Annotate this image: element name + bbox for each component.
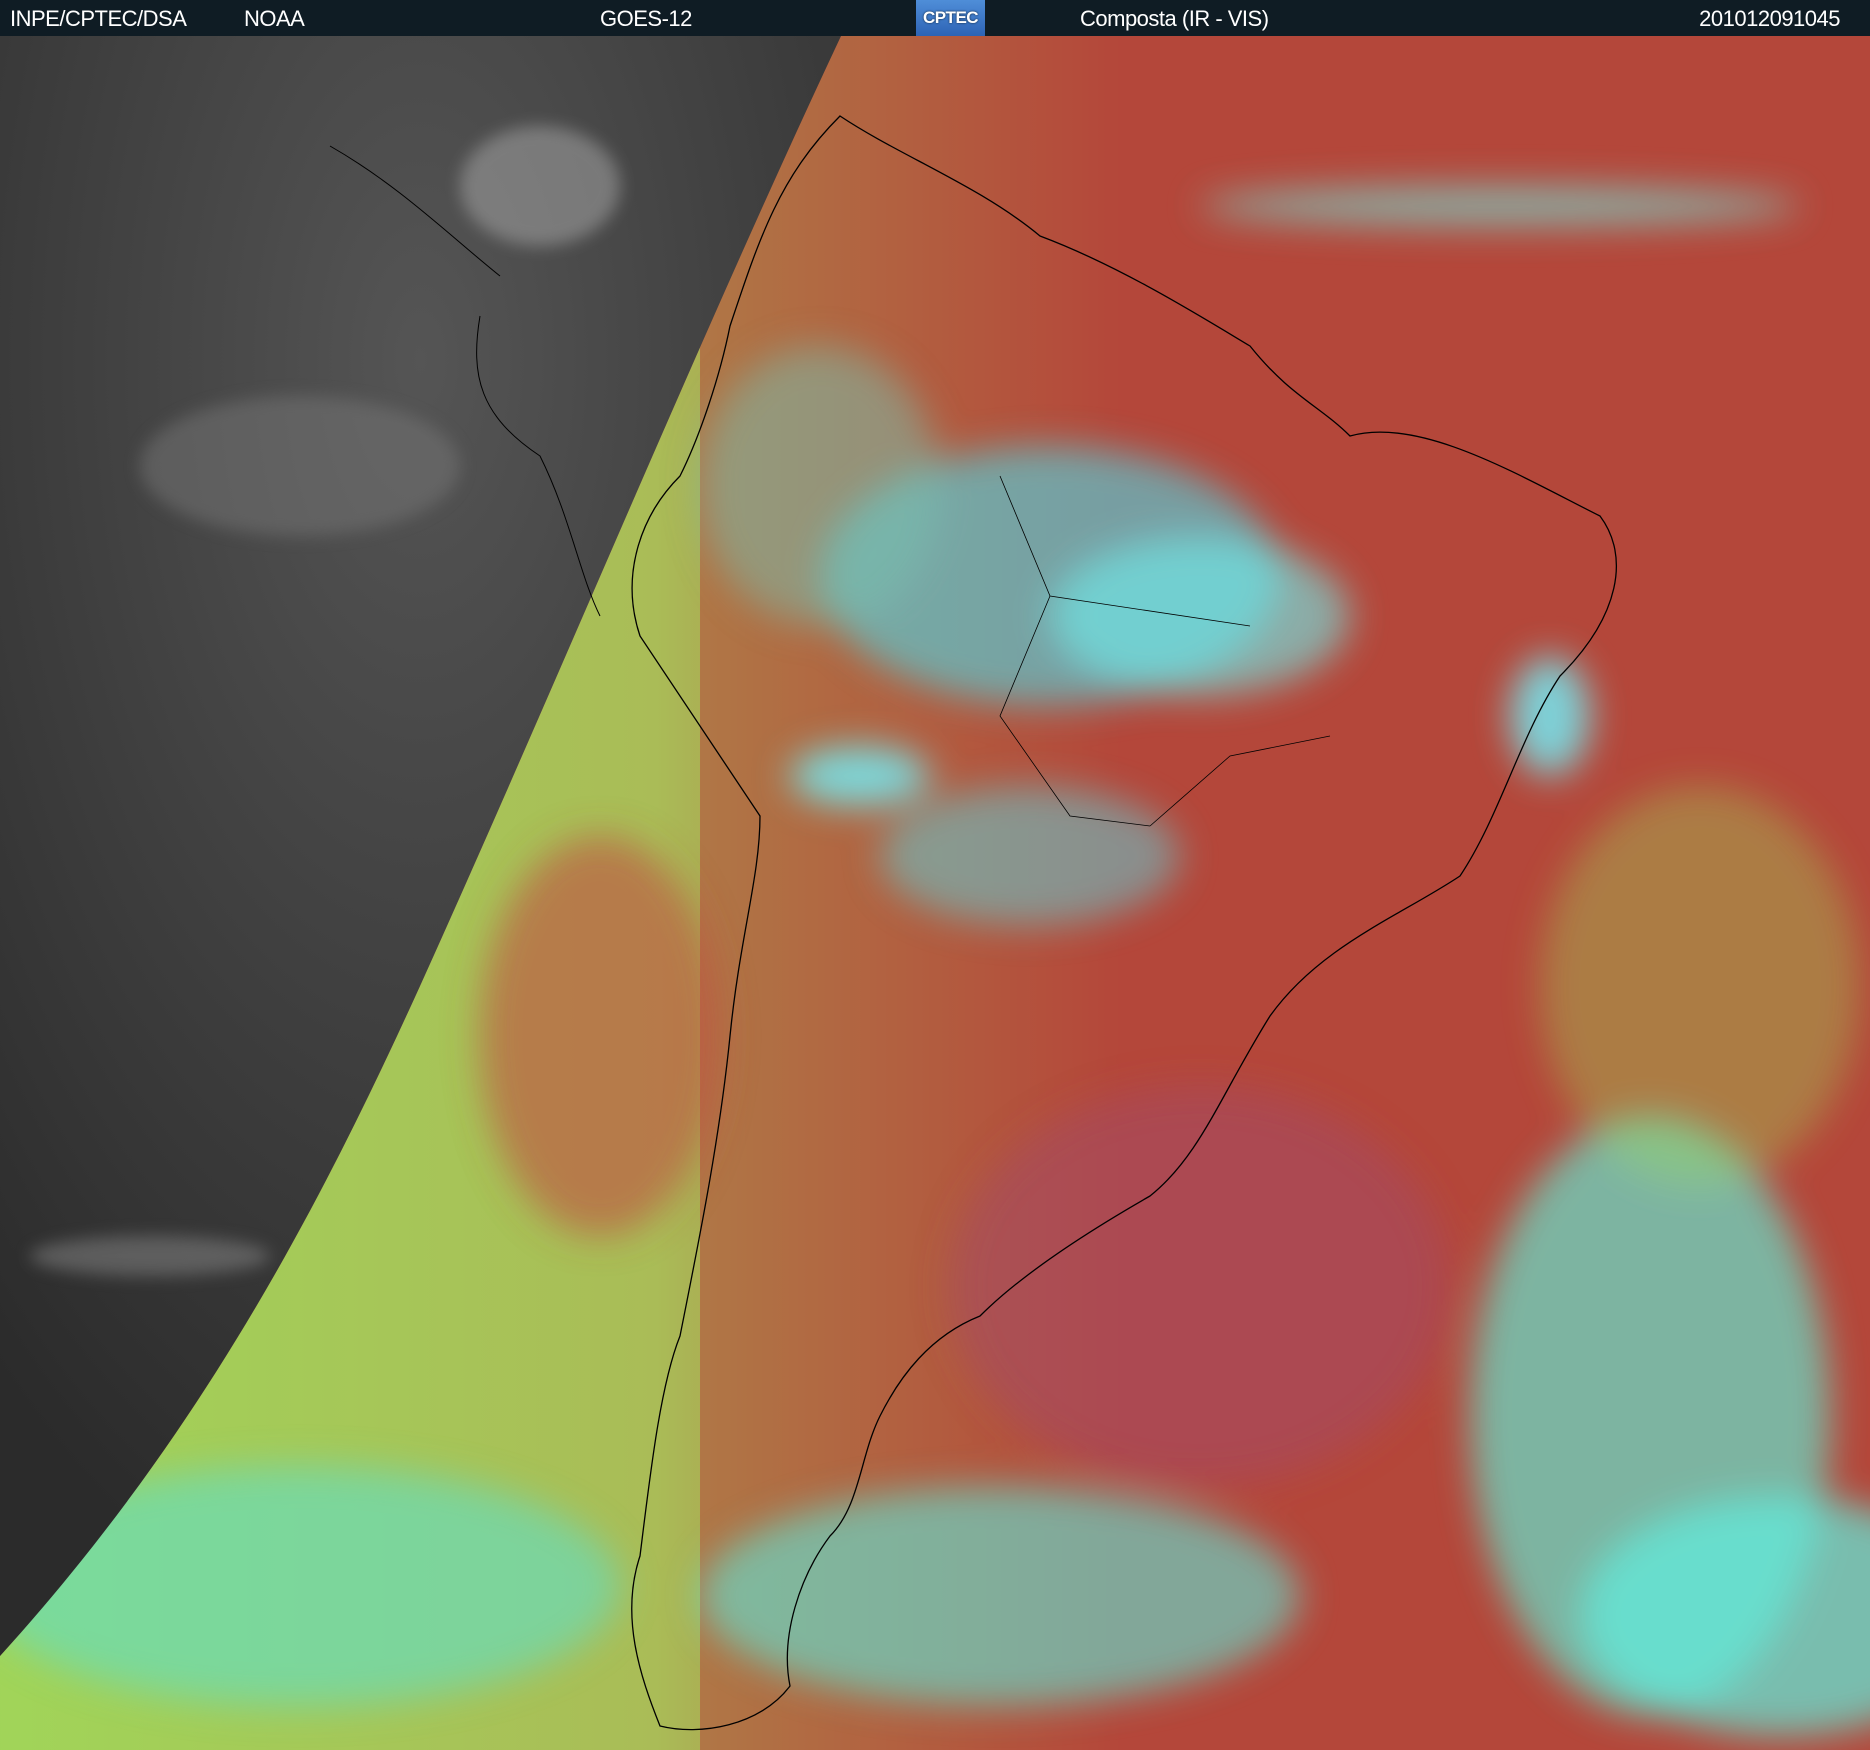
cptec-logo: CPTEC <box>916 0 985 36</box>
product-label: Composta (IR - VIS) <box>1080 6 1269 31</box>
satellite-label: GOES-12 <box>600 6 692 31</box>
logo-text: CPTEC <box>922 8 979 27</box>
timestamp-label: 201012091045 <box>1699 6 1840 31</box>
agency-label: NOAA <box>244 6 305 31</box>
institution-label: INPE/CPTEC/DSA <box>10 6 187 31</box>
header-bar: INPE/CPTEC/DSA NOAA GOES-12 CPTEC Compos… <box>0 0 1870 36</box>
satellite-image <box>0 36 1870 1750</box>
